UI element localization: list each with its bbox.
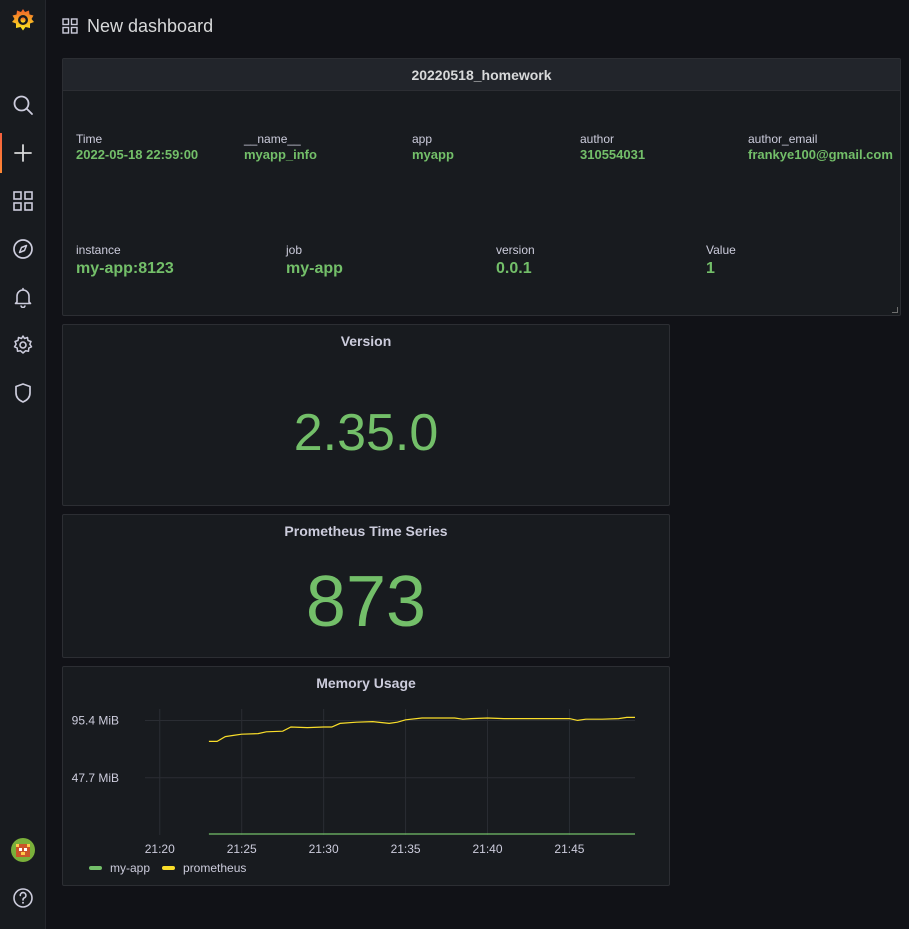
dashboard-grid-icon (62, 18, 78, 34)
field-job: job my-app (286, 242, 343, 279)
dashboard-title[interactable]: New dashboard (87, 16, 213, 37)
x-tick-label: 21:35 (391, 842, 421, 856)
version-panel-title[interactable]: Version (63, 333, 669, 349)
field-key: Time (76, 132, 103, 146)
side-menu (0, 0, 46, 929)
field-value: 1 (706, 260, 715, 277)
series-panel: Prometheus Time Series 873 (62, 514, 670, 658)
field-key: app (412, 132, 433, 146)
field-key: Value (706, 243, 736, 257)
legend-item-prometheus[interactable]: prometheus (162, 861, 246, 875)
field-value: my-app (286, 260, 343, 277)
field-author-email: author_email frankye100@gmail.com (748, 131, 893, 163)
x-tick-label: 21:45 (554, 842, 584, 856)
panel-resize-handle[interactable] (892, 307, 898, 313)
compass-icon (13, 239, 33, 259)
explore-button[interactable] (0, 229, 46, 269)
field-value: 0.0.1 (496, 260, 532, 277)
configuration-button[interactable] (0, 325, 46, 365)
dashboards-button[interactable] (0, 181, 46, 221)
field-value: myapp (412, 147, 454, 162)
search-button[interactable] (0, 85, 46, 125)
server-admin-button[interactable] (0, 373, 46, 413)
field-key: __name__ (244, 132, 301, 146)
field-value: my-app:8123 (76, 260, 174, 277)
info-panel: 20220518_homework Time 2022-05-18 22:59:… (62, 58, 901, 316)
info-panel-title[interactable]: 20220518_homework (63, 59, 900, 91)
legend-item-my-app[interactable]: my-app (89, 861, 150, 875)
x-tick-label: 21:20 (145, 842, 175, 856)
memory-panel-title[interactable]: Memory Usage (63, 675, 669, 691)
gear-icon (13, 335, 33, 354)
field-version: version 0.0.1 (496, 242, 535, 279)
field-key: version (496, 243, 535, 257)
legend-swatch (89, 866, 102, 870)
field-name: __name__ myapp_info (244, 131, 317, 163)
field-value-col: Value 1 (706, 242, 736, 279)
plus-icon (14, 144, 32, 162)
field-key: job (286, 243, 303, 257)
series-panel-title[interactable]: Prometheus Time Series (63, 523, 669, 539)
version-stat-value: 2.35.0 (293, 404, 439, 462)
series-stat-value: 873 (305, 562, 427, 642)
x-tick-label: 21:25 (227, 842, 257, 856)
memory-chart[interactable]: 95.4 MiB 47.7 MiB 21:20 21:25 21:30 21:35 21:4… (63, 695, 669, 885)
field-value: frankye100@gmail.com (748, 147, 893, 162)
field-value: 2022-05-18 22:59:00 (76, 147, 199, 162)
dashboard-nav: New dashboard (62, 12, 213, 40)
alerting-button[interactable] (0, 277, 46, 317)
field-key: instance (76, 243, 121, 257)
version-panel: Version 2.35.0 (62, 324, 670, 506)
help-button[interactable] (0, 878, 46, 918)
shield-icon (15, 383, 31, 403)
x-tick-label: 21:40 (473, 842, 503, 856)
field-value: myapp_info (244, 147, 317, 162)
legend-swatch (162, 866, 176, 870)
field-key: author_email (748, 132, 818, 146)
profile-button[interactable] (0, 830, 46, 870)
search-icon (13, 95, 33, 115)
field-author: author 310554031 (580, 131, 645, 163)
field-time: Time 2022-05-18 22:59:00 (76, 131, 198, 163)
y-tick-label: 95.4 MiB (72, 714, 119, 728)
memory-panel: Memory Usage 95.4 MiB 47.7 MiB 21:20 21:25 2… (62, 666, 670, 886)
create-button[interactable] (0, 129, 46, 177)
grid-icon (13, 191, 33, 211)
bell-icon (14, 287, 32, 308)
y-tick-label: 47.7 MiB (72, 771, 119, 785)
field-value: 310554031 (580, 147, 646, 162)
field-key: author (580, 132, 615, 146)
chart-legend: my-app prometheus (89, 861, 258, 875)
legend-label: prometheus (183, 861, 247, 875)
grafana-logo-icon (12, 9, 34, 31)
avatar (11, 838, 35, 862)
field-app: app myapp (412, 131, 454, 163)
legend-label: my-app (110, 861, 151, 875)
grafana-logo[interactable] (0, 0, 46, 40)
x-tick-label: 21:30 (309, 842, 339, 856)
field-instance: instance my-app:8123 (76, 242, 174, 279)
question-icon (13, 888, 33, 908)
